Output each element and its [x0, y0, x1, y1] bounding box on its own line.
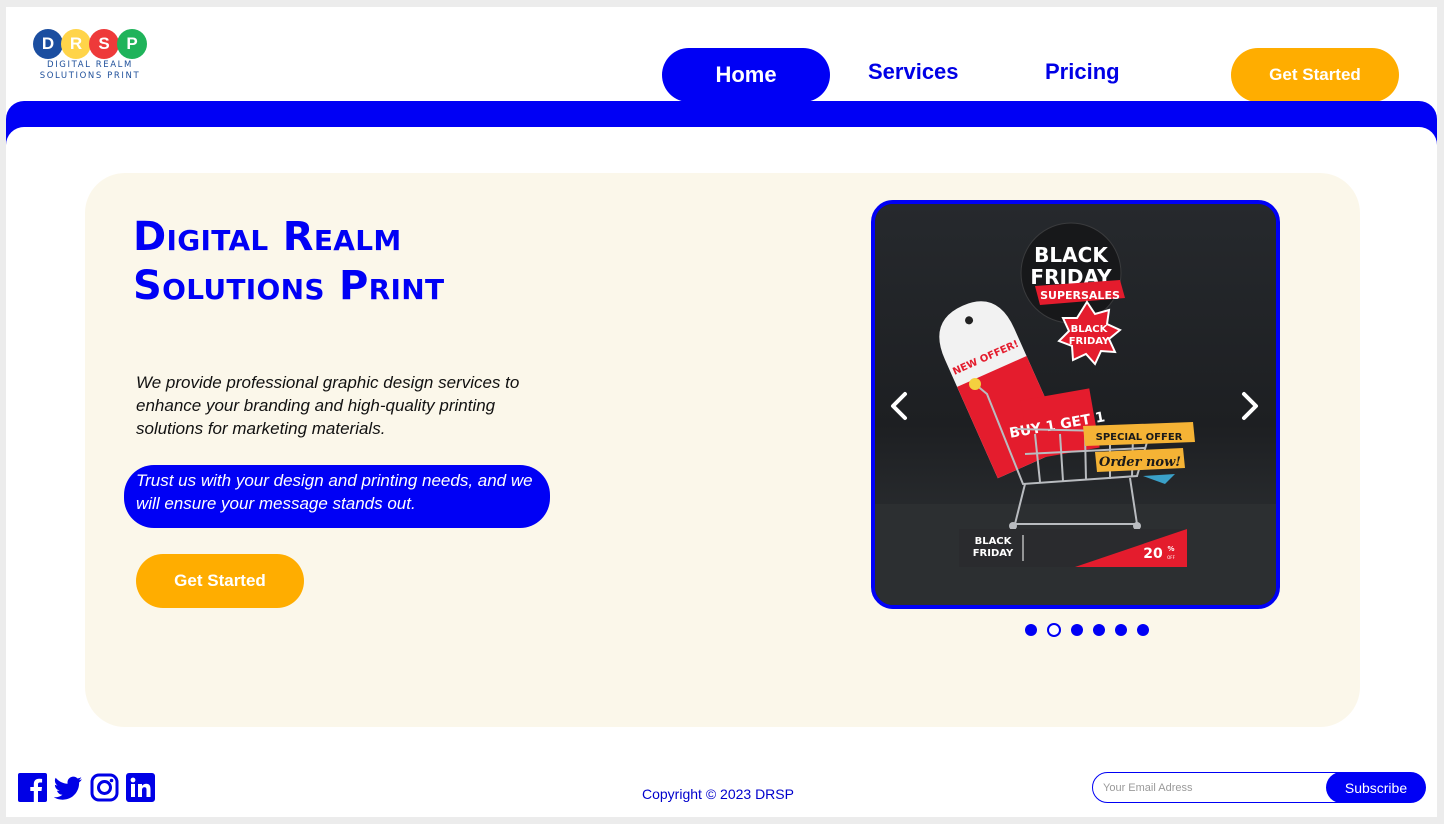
- instagram-icon[interactable]: [90, 773, 119, 802]
- logo-line-2: SOLUTIONS PRINT: [39, 71, 141, 81]
- slide-base-line-2: FRIDAY: [973, 548, 1014, 559]
- slide-circle-ribbon: SUPERSALES: [1040, 289, 1120, 302]
- image-carousel[interactable]: BLACK FRIDAY SUPERSALES BLACK FRIDAY NEW…: [871, 200, 1280, 609]
- carousel-dot[interactable]: [1093, 624, 1105, 636]
- logo-letter-d: D: [33, 29, 63, 59]
- newsletter-form: Subscribe: [1092, 772, 1426, 803]
- facebook-icon[interactable]: [18, 773, 47, 802]
- chevron-right-icon: [1242, 392, 1258, 420]
- social-links: [18, 773, 155, 802]
- carousel-dot[interactable]: [1047, 623, 1061, 637]
- hero-get-started-button[interactable]: Get Started: [136, 554, 304, 608]
- logo-line-1: DIGITAL REALM: [47, 60, 133, 70]
- slide-base-line-1: BLACK: [975, 536, 1013, 547]
- slide-base-percent-sign: %: [1167, 545, 1174, 553]
- carousel-dot[interactable]: [1071, 624, 1083, 636]
- slide-special-offer: SPECIAL OFFER: [1096, 432, 1183, 443]
- header-get-started-button[interactable]: Get Started: [1231, 48, 1399, 102]
- slide-base-off: OFF: [1167, 555, 1175, 560]
- hero-section: Digital Realm Solutions Print We provide…: [85, 173, 1360, 727]
- logo-circles: D R S P: [33, 29, 152, 59]
- logo-letter-s: S: [89, 29, 119, 59]
- brand-logo[interactable]: D R S P DIGITAL REALM SOLUTIONS PRINT: [32, 29, 152, 89]
- subscribe-button[interactable]: Subscribe: [1326, 772, 1426, 803]
- logo-letter-r: R: [61, 29, 91, 59]
- slide-base-percent: 20: [1143, 546, 1163, 562]
- slide-star-line-2: FRIDAY: [1069, 336, 1110, 347]
- twitter-icon[interactable]: [54, 773, 83, 802]
- hero-title-line-1: Digital Realm: [133, 214, 402, 260]
- chevron-left-icon: [891, 392, 907, 420]
- logo-letter-p: P: [117, 29, 147, 59]
- hero-title-line-2: Solutions Print: [133, 263, 445, 309]
- carousel-dot[interactable]: [1115, 624, 1127, 636]
- carousel-slide-image: BLACK FRIDAY SUPERSALES BLACK FRIDAY NEW…: [875, 204, 1276, 605]
- nav-pricing[interactable]: Pricing: [1045, 59, 1120, 85]
- copyright-icon: ©: [705, 786, 717, 802]
- slide-circle-line-1: BLACK: [1034, 243, 1109, 267]
- copyright-prefix: Copyright: [642, 786, 702, 802]
- slide-order-now: Order now!: [1099, 455, 1181, 470]
- carousel-dot[interactable]: [1025, 624, 1037, 636]
- hero-trust-callout: Trust us with your design and printing n…: [124, 465, 550, 528]
- hero-title: Digital Realm Solutions Print: [133, 213, 553, 311]
- carousel-prev-button[interactable]: [885, 386, 915, 426]
- carousel-dots: [1025, 623, 1149, 637]
- carousel-next-button[interactable]: [1234, 386, 1264, 426]
- linkedin-icon[interactable]: [126, 773, 155, 802]
- copyright-year: 2023 DRSP: [720, 786, 794, 802]
- nav-home[interactable]: Home: [662, 48, 830, 102]
- nav-services[interactable]: Services: [868, 59, 959, 85]
- copyright-text: Copyright © 2023 DRSP: [642, 786, 794, 802]
- hero-description: We provide professional graphic design s…: [136, 373, 520, 438]
- carousel-dot[interactable]: [1137, 624, 1149, 636]
- slide-star-line-1: BLACK: [1071, 324, 1109, 335]
- page: D R S P DIGITAL REALM SOLUTIONS PRINT Ho…: [6, 7, 1437, 817]
